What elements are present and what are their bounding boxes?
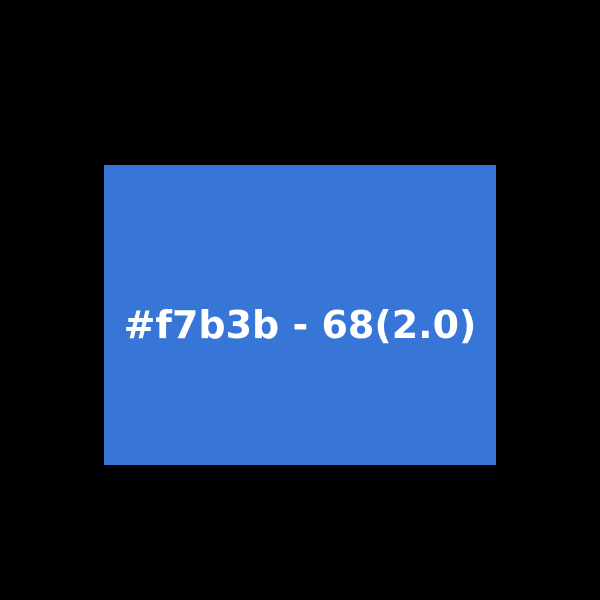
panel-label: #f7b3b - 68(2.0)	[123, 303, 477, 347]
canvas: #f7b3b - 68(2.0)	[0, 0, 600, 600]
color-panel: #f7b3b - 68(2.0)	[104, 165, 496, 465]
